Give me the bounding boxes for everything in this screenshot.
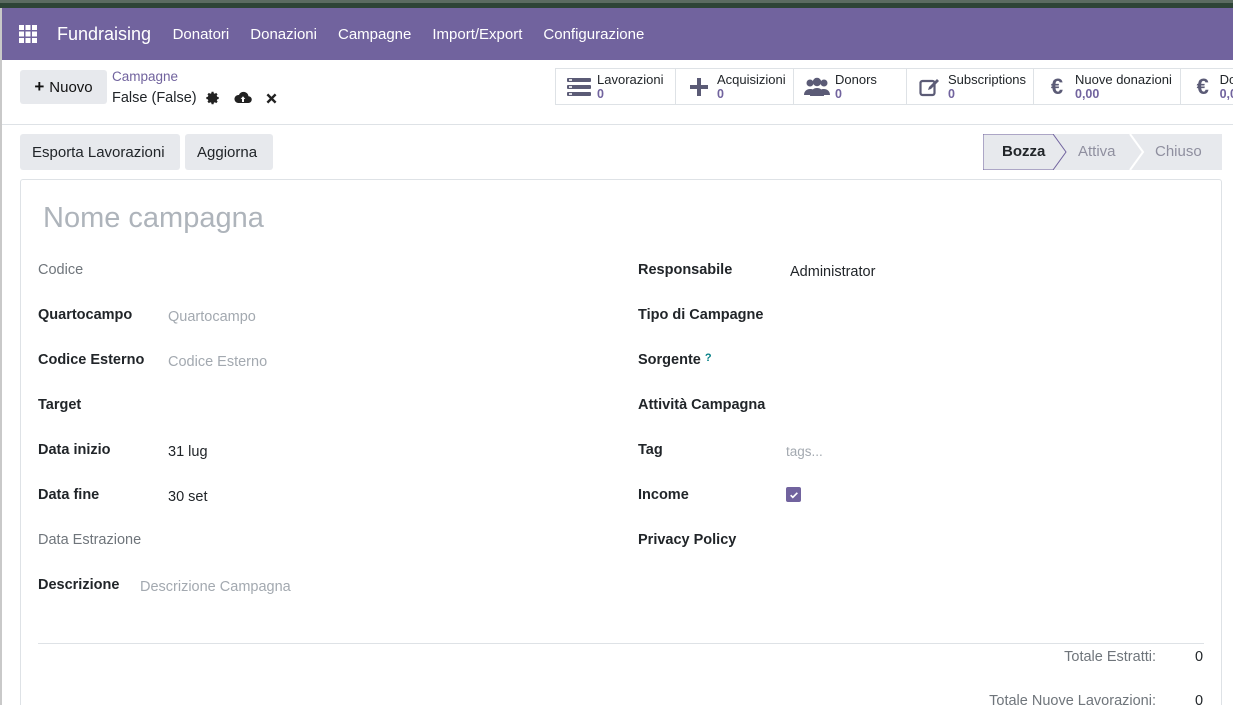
- quartocampo-label: Quartocampo: [38, 307, 133, 323]
- nav-item-campagne[interactable]: Campagne: [327, 26, 421, 43]
- edit-icon: [917, 76, 943, 98]
- codice-label: Codice: [38, 262, 84, 278]
- record-title: False (False): [112, 90, 277, 106]
- divider: [38, 643, 1204, 644]
- export-lavorazioni-button[interactable]: Esporta Lavorazioni: [20, 134, 180, 170]
- data-estrazione-label: Data Estrazione: [38, 532, 142, 548]
- smart-button-value: 0,0: [1219, 86, 1233, 101]
- responsabile-input[interactable]: Administrator: [790, 264, 875, 280]
- plus-icon: +: [34, 77, 45, 96]
- data-fine-input[interactable]: 30 set: [168, 489, 208, 505]
- smart-button-lavorazioni[interactable]: Lavorazioni 0: [556, 69, 676, 104]
- descrizione-input[interactable]: Descrizione Campagna: [140, 579, 291, 595]
- main-navbar: Fundraising Donatori Donazioni Campagne …: [2, 8, 1233, 60]
- campaign-name-input[interactable]: Nome campagna: [43, 202, 264, 235]
- record-name: False (False): [112, 90, 197, 106]
- totale-nuove-lavorazioni-label: Totale Nuove Lavorazioni:: [989, 693, 1156, 705]
- nav-item-configurazione[interactable]: Configurazione: [533, 26, 655, 43]
- plus-icon: [686, 76, 712, 98]
- smart-button-donors[interactable]: Donors 0: [794, 69, 907, 104]
- smart-button-label: Donors: [835, 71, 877, 87]
- smart-button-value: 0,00: [1075, 86, 1100, 101]
- nav-item-import-export[interactable]: Import/Export: [422, 26, 533, 43]
- smart-button-nuove-donazioni[interactable]: € Nuove donazioni 0,00: [1034, 69, 1181, 104]
- income-checkbox[interactable]: [786, 487, 801, 502]
- smart-buttons: Lavorazioni 0 Acquisizioni 0 Donors 0 Subsc…: [555, 68, 1233, 105]
- check-icon: [789, 491, 798, 499]
- target-label: Target: [38, 397, 82, 413]
- app-brand[interactable]: Fundraising: [54, 24, 162, 45]
- sorgente-label-text: Sorgente: [638, 352, 701, 368]
- euro-icon: €: [1050, 73, 1064, 99]
- help-tooltip-icon[interactable]: ?: [705, 352, 712, 364]
- smart-button-label: Nuove donazioni: [1075, 71, 1172, 87]
- data-inizio-input[interactable]: 31 lug: [168, 444, 208, 460]
- tag-label: Tag: [638, 442, 663, 458]
- smart-button-label: Acquisizioni: [717, 71, 786, 87]
- data-fine-label: Data fine: [38, 487, 100, 503]
- quartocampo-input[interactable]: Quartocampo: [168, 309, 256, 325]
- codice-esterno-input[interactable]: Codice Esterno: [168, 354, 267, 370]
- euro-icon: €: [1196, 73, 1209, 99]
- close-icon[interactable]: [266, 93, 277, 104]
- stage-bozza[interactable]: Bozza: [1002, 143, 1045, 160]
- smart-button-acquisizioni[interactable]: Acquisizioni 0: [676, 69, 794, 104]
- totale-estratti-value: 0: [1195, 649, 1204, 665]
- stage-attiva[interactable]: Attiva: [1078, 143, 1116, 160]
- new-button[interactable]: + Nuovo: [20, 70, 107, 104]
- nav-item-donazioni[interactable]: Donazioni: [240, 26, 328, 43]
- new-button-label: Nuovo: [49, 78, 93, 96]
- apps-menu-icon[interactable]: [2, 8, 54, 60]
- codice-esterno-label: Codice Esterno: [38, 352, 145, 368]
- smart-button-subscriptions[interactable]: Subscriptions 0: [907, 69, 1034, 104]
- descrizione-label: Descrizione: [38, 577, 120, 593]
- privacy-policy-label: Privacy Policy: [638, 532, 737, 548]
- tipo-campagne-label: Tipo di Campagne: [638, 307, 764, 323]
- gear-icon[interactable]: [205, 91, 220, 105]
- smart-button-value: 0: [835, 86, 842, 101]
- smart-button-label: Do: [1219, 71, 1233, 87]
- users-icon: [804, 76, 830, 98]
- smart-button-label: Lavorazioni: [597, 71, 664, 87]
- smart-button-value: 0: [597, 86, 604, 101]
- status-bar: Bozza Attiva Chiuso: [983, 134, 1222, 170]
- responsabile-label: Responsabile: [638, 262, 733, 278]
- sorgente-label: Sorgente?: [638, 352, 712, 368]
- window-top-strip: [0, 0, 1233, 8]
- smart-button-donazioni[interactable]: € Do0,0: [1181, 69, 1233, 104]
- smart-button-value: 0: [948, 86, 955, 101]
- smart-button-value: 0: [717, 86, 724, 101]
- breadcrumb[interactable]: Campagne: [112, 69, 178, 84]
- control-panel: + Nuovo Campagne False (False) Lavorazio…: [2, 60, 1233, 125]
- attivita-campagna-label: Attività Campagna: [638, 397, 766, 413]
- cloud-save-icon[interactable]: [234, 91, 252, 105]
- stage-chiuso[interactable]: Chiuso: [1155, 143, 1202, 160]
- income-label: Income: [638, 487, 689, 503]
- form-sheet: Nome campagna Codice Quartocampo Quartoc…: [20, 179, 1222, 705]
- smart-button-label: Subscriptions: [948, 71, 1027, 87]
- refresh-button[interactable]: Aggiorna: [185, 134, 273, 170]
- totale-estratti-label: Totale Estratti:: [1064, 649, 1156, 665]
- data-inizio-label: Data inizio: [38, 442, 111, 458]
- totale-nuove-lavorazioni-value: 0: [1195, 693, 1204, 705]
- tags-input[interactable]: tags...: [786, 444, 823, 459]
- nav-item-donatori[interactable]: Donatori: [162, 26, 240, 43]
- action-buttons: Esporta Lavorazioni Aggiorna: [20, 134, 278, 170]
- list-icon: [566, 76, 592, 98]
